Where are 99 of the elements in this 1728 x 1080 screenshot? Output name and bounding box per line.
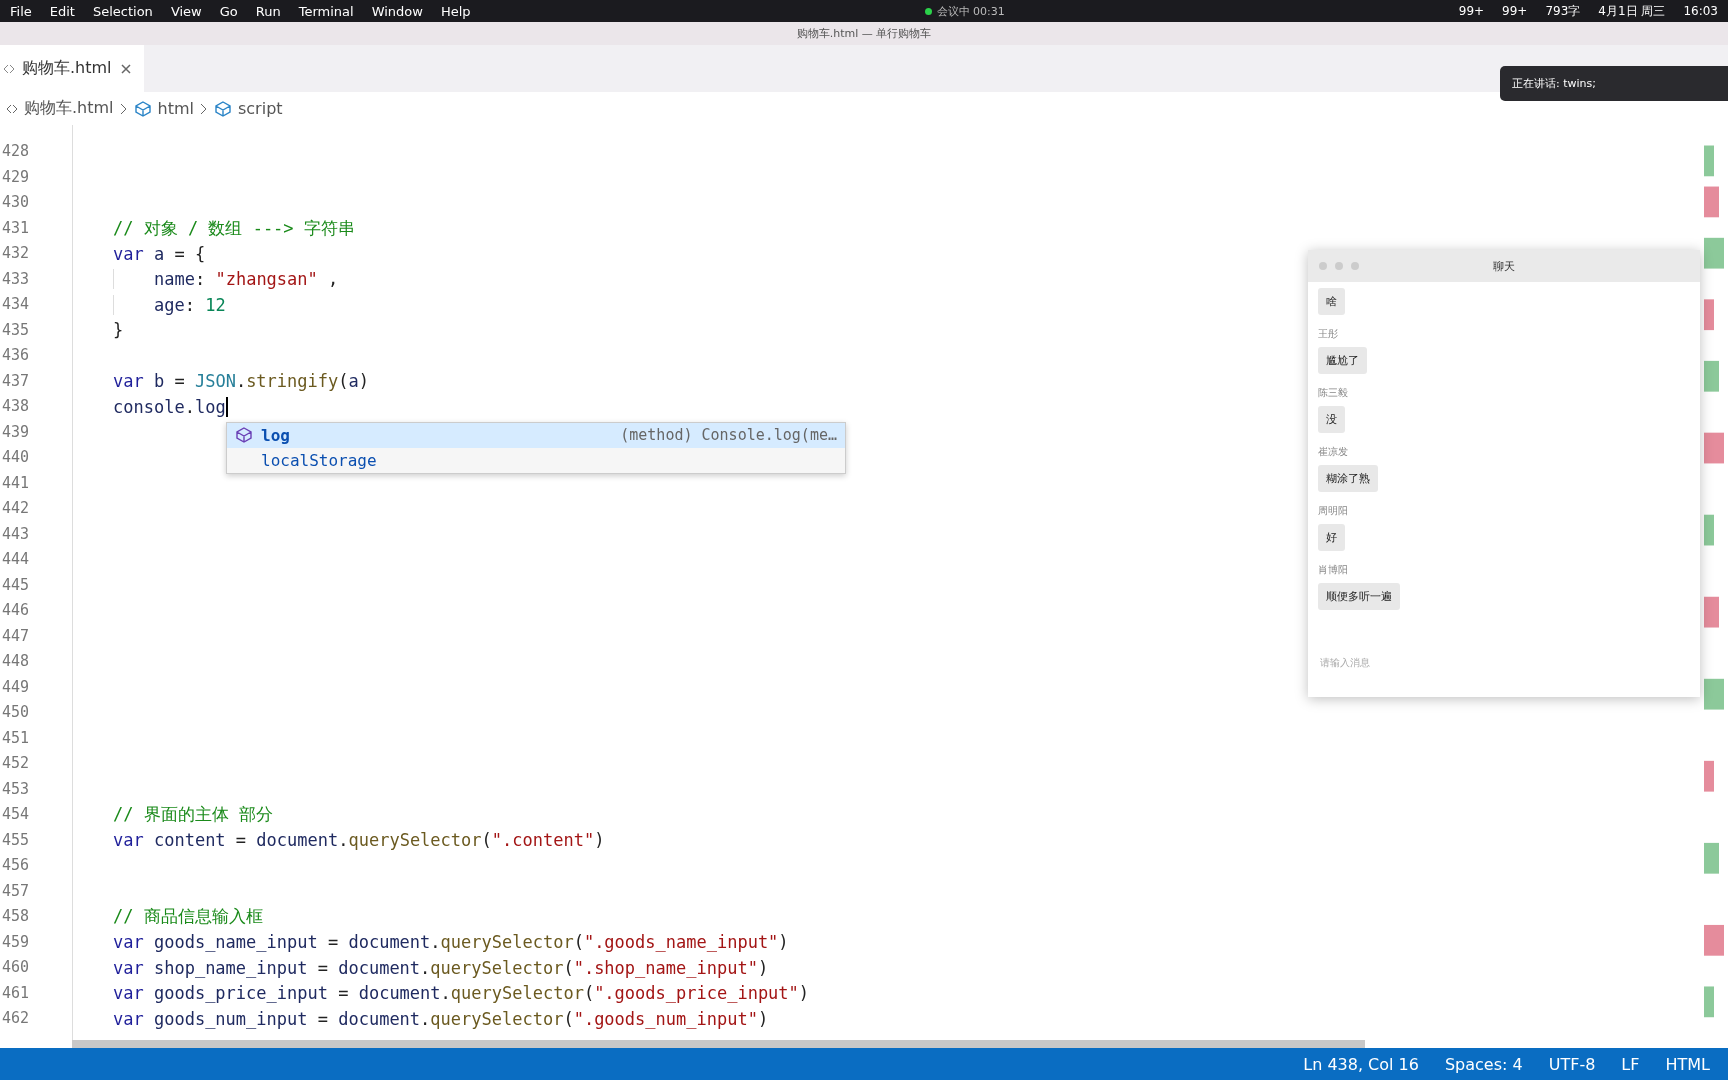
line-number: 457 [1, 880, 31, 902]
code-line: var content = document.querySelector(".content") [113, 830, 605, 851]
line-number: 433 [1, 268, 31, 290]
line-number: 442 [1, 498, 31, 519]
menu-bar-status[interactable]: 16:03 [1683, 4, 1718, 18]
line-number: 429 [1, 166, 31, 188]
status-item[interactable]: LF [1621, 1054, 1640, 1074]
line-number: 431 [1, 217, 31, 239]
message-bubble: 啥 [1318, 288, 1345, 315]
suggestion-item[interactable]: localStorage [227, 447, 845, 473]
notification-text: 正在讲话: twins; [1512, 76, 1596, 91]
code-line: name: "zhangsan" , [113, 269, 339, 290]
message-bubble: 没 [1318, 406, 1345, 433]
line-number: 443 [1, 523, 31, 545]
menu-item[interactable]: Go [219, 3, 238, 19]
line-number: 430 [1, 192, 31, 213]
line-number: 460 [1, 957, 31, 978]
code-line: age: 12 [113, 294, 226, 315]
line-number: 435 [1, 319, 31, 341]
menu-bar-status[interactable]: 793字 [1545, 2, 1581, 20]
line-number: 439 [1, 421, 31, 443]
breadcrumb-item[interactable]: 购物车.html [24, 98, 114, 119]
line-number: 454 [1, 804, 31, 825]
line-number: 436 [1, 345, 31, 366]
menu-item[interactable]: Terminal [298, 3, 354, 19]
sender-name: 崔凉发 [1318, 445, 1348, 459]
code-icon [4, 62, 14, 75]
status-item[interactable]: UTF-8 [1548, 1054, 1596, 1074]
line-number: 462 [1, 1008, 31, 1029]
meeting-indicator: 会议中 00:31 [924, 3, 1005, 19]
status-item[interactable]: Spaces: 4 [1444, 1054, 1523, 1074]
sender-name: 陈三毅 [1318, 386, 1348, 400]
line-number: 451 [1, 727, 31, 749]
cube-icon [133, 99, 152, 118]
cube-icon [235, 426, 253, 444]
line-number: 450 [1, 702, 31, 723]
line-number: 438 [1, 396, 31, 417]
menu-item[interactable]: File [10, 3, 32, 19]
line-number: 428 [1, 141, 31, 162]
menu-bar-status[interactable]: 4月1日 周三 [1598, 2, 1666, 20]
status-item[interactable]: Ln 438, Col 16 [1303, 1054, 1419, 1074]
close-icon[interactable] [119, 62, 132, 75]
line-number: 448 [1, 651, 31, 672]
status-item[interactable]: HTML [1665, 1054, 1710, 1074]
line-number: 437 [1, 370, 31, 392]
code-icon [6, 102, 18, 115]
menu-bar-status[interactable]: 99+ [1502, 4, 1528, 18]
line-number: 432 [1, 243, 31, 264]
line-number: 434 [1, 294, 31, 315]
message-bubble: 好 [1318, 524, 1345, 551]
code-line: // 界面的主体 部分 [113, 803, 273, 827]
message-bubble: 顺便多听一遍 [1318, 583, 1400, 610]
chevron-icon [119, 102, 128, 115]
line-number: 445 [1, 574, 31, 596]
line-number: 440 [1, 447, 31, 468]
code-line: } [113, 320, 124, 341]
line-number: 458 [1, 906, 31, 927]
sender-name: 王彤 [1318, 327, 1338, 341]
chevron-icon [200, 102, 208, 115]
code-line: // 商品信息输入框 [113, 905, 263, 929]
code-line: var b = JSON.stringify(a) [113, 371, 369, 392]
line-number: 453 [1, 778, 31, 800]
code-line: // 对象 / 数组 ---> 字符串 [113, 216, 355, 240]
breadcrumb-item[interactable]: script [238, 99, 283, 118]
sender-name: 周明阳 [1318, 504, 1348, 518]
menu-item[interactable]: View [170, 3, 202, 19]
message-input[interactable]: 请输入消息 [1318, 656, 1690, 669]
code-line: var goods_name_input = document.querySelector(".goods_name_input") [113, 932, 789, 953]
line-number: 446 [1, 600, 31, 621]
chat-title: 聊天 [1493, 258, 1515, 274]
scrollbar[interactable] [72, 1040, 1365, 1048]
cube-icon [214, 99, 232, 118]
line-number: 452 [1, 753, 31, 774]
menu-bar-status[interactable]: 99+ [1458, 4, 1485, 18]
line-number: 461 [1, 982, 31, 1004]
menu-item[interactable]: Edit [49, 3, 75, 19]
suggestion-item[interactable]: log (method) Console.log(me… [227, 422, 845, 448]
line-number: 444 [1, 549, 31, 570]
code-line: var a = { [113, 243, 206, 264]
code-line: var goods_num_input = document.querySelector(".goods_num_input") [113, 1008, 769, 1029]
code-line: var shop_name_input = document.querySelector(".shop_name_input") [113, 957, 769, 978]
menu-item[interactable]: Selection [92, 3, 153, 19]
window-title: 购物车.html — 单行购物车 [796, 26, 932, 41]
code-line: var goods_price_input = document.querySelector(".goods_price_input") [113, 983, 810, 1004]
menu-item[interactable]: Help [440, 3, 471, 19]
menu-item[interactable]: Run [255, 3, 281, 19]
line-number: 459 [1, 931, 31, 953]
message-bubble: 糊涂了熟 [1318, 465, 1378, 492]
line-number: 447 [1, 625, 31, 647]
code-line: console.log [113, 396, 226, 417]
sender-name: 肖博阳 [1318, 563, 1348, 577]
message-bubble: 尴尬了 [1318, 347, 1367, 374]
line-number: 456 [1, 855, 31, 876]
line-number: 455 [1, 829, 31, 851]
line-number: 441 [1, 472, 31, 494]
menu-item[interactable]: Window [371, 3, 423, 19]
line-number: 449 [1, 676, 31, 698]
editor-tab[interactable]: 购物车.html [0, 45, 144, 92]
breadcrumb-item[interactable]: html [157, 99, 194, 118]
